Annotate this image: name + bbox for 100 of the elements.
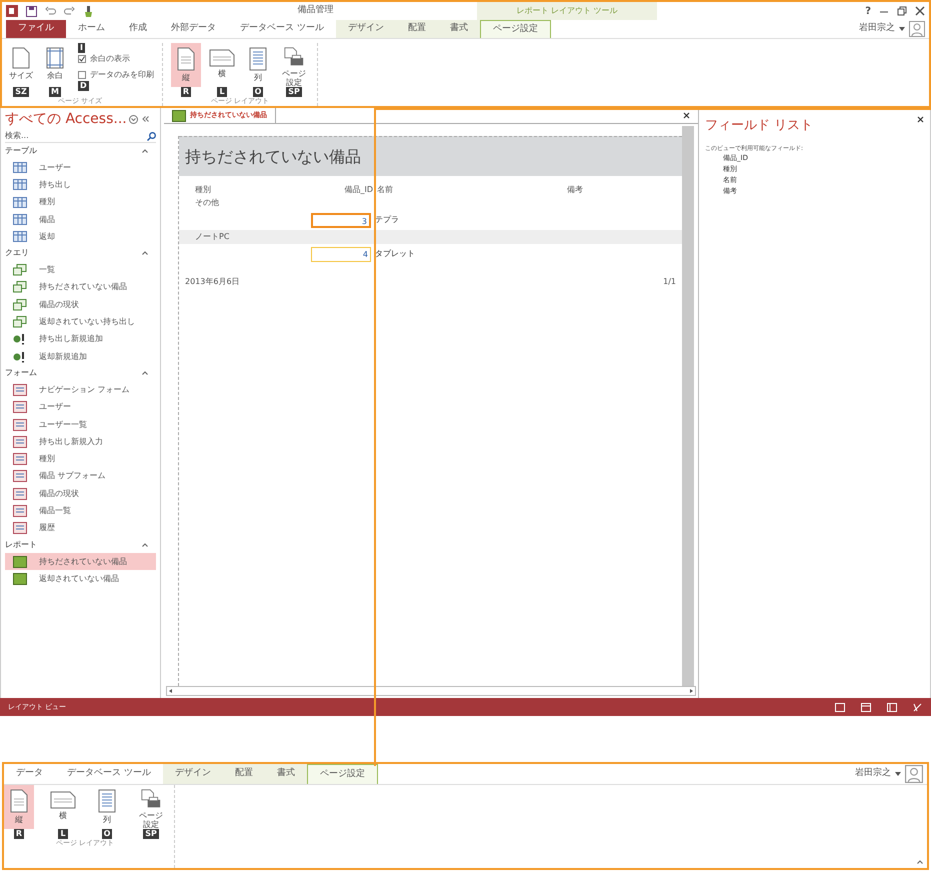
ribbon-tab[interactable]: データベース ツール	[228, 20, 336, 38]
help-button[interactable]: ?	[865, 4, 871, 18]
navigation-item[interactable]: 持ち出し新規入力	[5, 433, 156, 450]
section-header[interactable]: テーブル	[5, 145, 37, 157]
close-icon[interactable]	[917, 116, 924, 123]
ribbon-button[interactable]: 縦	[171, 43, 201, 87]
ribbon-button[interactable]: 横	[48, 785, 78, 829]
ribbon-tab[interactable]: データ	[4, 764, 55, 784]
app-icon	[6, 5, 18, 17]
ribbon-tab[interactable]: 配置	[222, 764, 265, 784]
navigation-item[interactable]: 返却新規追加	[5, 348, 156, 366]
navigation-item[interactable]: 持ちだされていない備品	[5, 552, 156, 570]
section-header[interactable]: フォーム	[5, 367, 37, 380]
navigation-item[interactable]: ユーザー	[5, 398, 156, 416]
close-icon[interactable]	[683, 112, 690, 119]
navigation-item[interactable]: 種別	[5, 194, 156, 211]
collapse-section-icon[interactable]	[142, 371, 148, 376]
navigation-item[interactable]: 返却されていない持ち出し	[5, 313, 156, 331]
ribbon-tab[interactable]: ページ設定	[480, 20, 551, 38]
navigation-item[interactable]: 種別	[5, 450, 156, 468]
ribbon-tab[interactable]: デザイン	[336, 20, 396, 38]
restore-icon[interactable]	[897, 6, 907, 16]
section-header[interactable]: レポート	[5, 538, 37, 551]
ribbon-button[interactable]: 列	[243, 43, 273, 87]
ribbon-tab[interactable]: 書式	[264, 764, 307, 784]
collapse-ribbon-icon[interactable]	[917, 860, 923, 864]
view-icon[interactable]	[887, 702, 897, 712]
ribbon-tab[interactable]: ページ設定	[306, 764, 378, 784]
undo-icon[interactable]	[45, 6, 56, 16]
ribbon-tab[interactable]: 書式	[438, 20, 480, 38]
navigation-item[interactable]: 持ちだされていない備品	[5, 278, 156, 296]
ribbon-button[interactable]: サイズ	[6, 43, 36, 87]
ribbon-tab[interactable]: ホーム	[66, 20, 117, 38]
page-icon	[177, 47, 195, 71]
navigation-item[interactable]: ユーザー	[5, 159, 156, 176]
navigation-item[interactable]: 返却されていない備品	[5, 570, 156, 588]
landscape-page-icon	[50, 789, 76, 809]
key-tip: I	[78, 43, 85, 53]
ribbon-button[interactable]: 縦	[4, 785, 34, 829]
close-icon[interactable]	[915, 6, 925, 16]
ribbon-button[interactable]: ページ設定	[136, 785, 166, 829]
ribbon-button[interactable]: 余白	[40, 43, 70, 87]
ribbon-tab[interactable]: データベース ツール	[55, 764, 163, 784]
navigation-item[interactable]: 履歴	[5, 520, 156, 537]
checkbox-option[interactable]: データのみを印刷	[78, 69, 154, 81]
form-icon	[13, 488, 27, 500]
checkbox-option[interactable]: 余白の表示	[78, 53, 130, 65]
collapse-section-icon[interactable]	[142, 149, 148, 153]
save-icon[interactable]	[26, 6, 37, 16]
id-field[interactable]: 3	[311, 212, 371, 228]
navigation-title[interactable]: すべての Access...	[5, 108, 127, 130]
ribbon-tab[interactable]: 配置	[396, 20, 438, 38]
key-tip: O	[102, 829, 112, 839]
table-cell-text: タブレット	[374, 248, 416, 260]
id-field[interactable]: 4	[311, 246, 371, 262]
collapse-section-icon[interactable]	[142, 251, 148, 256]
navigation-item[interactable]: 備品	[5, 210, 156, 228]
key-tip: L	[58, 829, 68, 839]
form-icon	[13, 470, 27, 482]
caret-icon[interactable]	[895, 772, 901, 776]
navigation-item[interactable]: 備品の現状	[5, 485, 156, 502]
view-icon[interactable]	[861, 702, 871, 712]
navigation-item[interactable]: 返却	[5, 228, 156, 246]
section-header[interactable]: クエリ	[5, 247, 29, 260]
navigation-item[interactable]: 備品一覧	[5, 502, 156, 520]
navigation-item[interactable]: ナビゲーション フォーム	[5, 381, 156, 399]
navigation-item[interactable]: 一覧	[5, 261, 156, 279]
checkbox[interactable]	[78, 71, 86, 79]
form-icon	[13, 401, 27, 414]
redo-icon[interactable]	[64, 6, 75, 16]
collapse-pane-icon[interactable]	[142, 116, 149, 122]
user-name[interactable]: 岩田宗之	[859, 22, 895, 36]
caret-icon[interactable]	[899, 27, 905, 31]
checkbox[interactable]	[78, 55, 86, 63]
form-icon	[13, 384, 27, 396]
ribbon-button[interactable]: 横	[207, 43, 237, 87]
navigation-item[interactable]: 持ち出し新規追加	[5, 330, 156, 348]
query-icon	[13, 298, 27, 311]
form-icon	[13, 522, 27, 534]
form-icon	[13, 436, 27, 448]
ribbon-tab[interactable]: ファイル	[6, 20, 66, 38]
navigation-item[interactable]: 持ち出し	[5, 176, 156, 194]
dropdown-icon[interactable]	[128, 114, 138, 124]
navigation-item[interactable]: 備品 サブフォーム	[5, 468, 156, 486]
collapse-section-icon[interactable]	[142, 542, 148, 547]
brush-icon[interactable]	[83, 6, 94, 16]
vertical-scrollbar[interactable]	[682, 126, 694, 686]
scroll-left-icon[interactable]	[167, 687, 175, 695]
user-name[interactable]: 岩田宗之	[855, 767, 891, 781]
ribbon-button[interactable]: 列	[92, 785, 122, 829]
navigation-item[interactable]: ユーザー一覧	[5, 416, 156, 434]
design-view-icon[interactable]	[913, 702, 923, 712]
navigation-item[interactable]: 備品の現状	[5, 296, 156, 314]
pane-title: フィールド リスト	[705, 117, 814, 135]
view-icon[interactable]	[835, 702, 845, 712]
ribbon-tab[interactable]: デザイン	[162, 764, 223, 784]
ribbon-button[interactable]: ページ設定	[279, 43, 309, 87]
ribbon-tab[interactable]: 外部データ	[159, 20, 228, 38]
ribbon-tab[interactable]: 作成	[117, 20, 159, 38]
search-field[interactable]: 検索...	[5, 130, 147, 142]
